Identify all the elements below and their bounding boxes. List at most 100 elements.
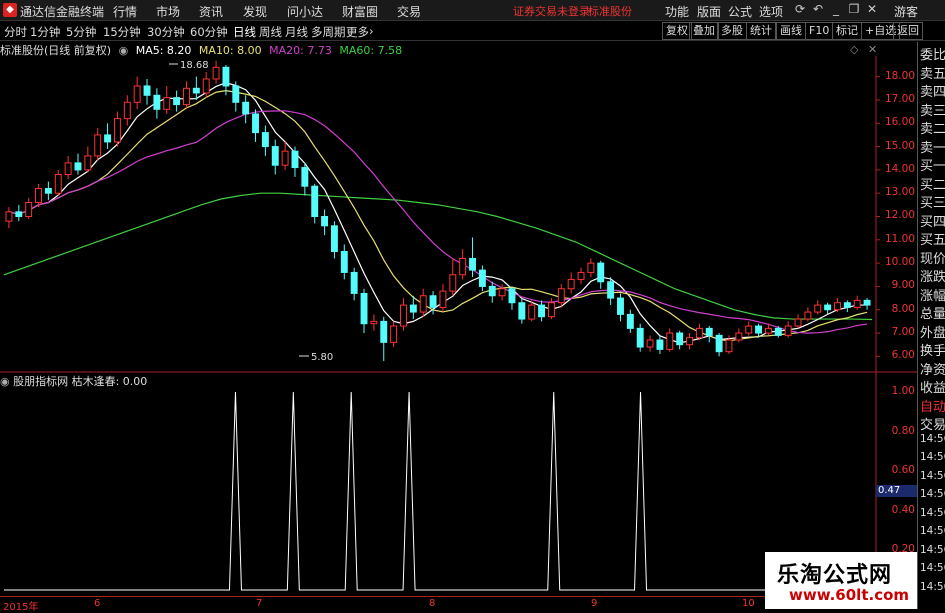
candle [666,332,674,350]
price-axis-label: 12.00 [884,209,915,222]
low-annotation: 5.80 [311,352,333,363]
candle [824,304,832,311]
candle [814,304,822,313]
candle [271,146,279,166]
price-axis-label: 10.00 [884,256,915,269]
candle [853,299,861,308]
candle [508,288,516,304]
candle [340,250,348,273]
candle [400,304,407,327]
watermark: 乐淘公式网 www.60lt.com [765,552,917,609]
candle [478,269,486,287]
indicator-title: ◉ 股朋指标网 枯木逢春: 0.00 [0,373,147,389]
side-panel-label: 外盘 [920,325,945,341]
candle [538,304,546,318]
candle [143,85,151,96]
side-panel-label[interactable]: 14:56 [920,433,945,445]
candle [488,285,496,297]
candle [222,66,230,87]
side-panel-label: 委比 [920,48,945,63]
candle [370,320,378,325]
candle [557,288,565,304]
side-panel-label[interactable]: 交易 [920,414,945,433]
candle [863,299,871,306]
candle [617,297,624,315]
candle [281,150,289,166]
candle [843,302,851,308]
side-panel-label: 卖五 [920,66,945,82]
candle [74,162,82,171]
candlestick-chart[interactable]: 18.68 5.80 [0,0,917,609]
candle [567,278,575,290]
candle [409,304,417,313]
side-panel-label[interactable]: 自动 [920,396,945,415]
side-panel-label[interactable]: 14:56 [920,451,945,463]
watermark-url: www.60lt.com [789,586,910,604]
candle [104,134,112,143]
candle [755,325,763,334]
ma60-line [3,192,873,321]
high-annotation: 18.68 [180,60,209,71]
candle [715,334,723,353]
candle [626,313,634,329]
side-panel-label[interactable]: 14:56 [920,562,945,574]
candle [15,211,23,217]
side-panel-label[interactable]: 14:56 [920,507,945,519]
side-panel-label: 卖二 [920,122,945,137]
side-panel-label[interactable]: 14:56 [920,581,945,593]
signal-line [4,391,872,591]
side-panel-label[interactable]: 14:56 [920,544,945,556]
candle [133,85,141,103]
candle [794,318,802,327]
candle [94,134,102,157]
indicator-settings-icon[interactable]: ◉ [0,375,10,388]
candle [84,155,92,171]
side-panel-label: 卖四 [920,85,945,100]
ma5-line [8,82,868,344]
side-panel-label[interactable]: 14:56 [920,525,945,537]
price-axis-label: 9.00 [891,279,915,292]
side-panel-label[interactable]: 14:56 [920,488,945,500]
candle [656,339,664,350]
candle [321,215,329,227]
price-axis-label: 6.00 [891,349,915,362]
candle [686,337,693,346]
side-panel-label: 换手 [920,344,945,359]
candle [232,85,240,103]
side-panel-label: 收益 [920,381,945,396]
side-panel-label: 卖一 [920,140,945,156]
side-panel-label: 买四 [920,214,945,230]
candle [636,327,644,348]
price-axis-label: 7.00 [891,326,915,339]
candle [311,185,319,217]
candle [498,288,506,297]
indicator-name: 股朋指标网 [13,375,69,388]
candle [439,290,447,308]
candle [163,97,171,110]
candle [252,113,259,134]
candle [261,132,269,148]
candle [350,271,358,294]
candle [725,339,733,353]
candle [547,302,555,318]
price-axis-label: 13.00 [884,186,915,199]
candle [212,66,220,80]
ma10-line [8,90,868,342]
side-panel-label: 买三 [920,196,945,211]
side-panel-label: 涨幅 [920,288,945,304]
date-label: 10 [742,598,755,609]
indicator-current-value: 0.47 [876,485,918,497]
candle [390,325,398,343]
side-panel-label[interactable]: 14:56 [920,470,945,482]
side-panel-label: 净资 [920,362,945,378]
price-axis-label: 8.00 [891,302,915,315]
price-axis-label: 14.00 [884,162,915,175]
candle [804,311,812,320]
candle [380,320,388,343]
side-panel-label: 买二 [920,177,945,193]
side-panel-label: 总量 [920,307,945,322]
price-axis-label: 17.00 [884,92,915,105]
candle [607,281,615,299]
candle [577,271,585,280]
candle [173,97,181,106]
